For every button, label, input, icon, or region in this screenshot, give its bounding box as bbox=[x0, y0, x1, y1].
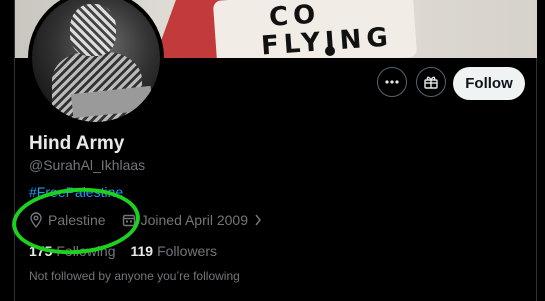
gift-icon bbox=[424, 76, 438, 89]
joined-text: Joined April 2009 bbox=[140, 212, 249, 228]
profile-page: CO FLYING Follow Hind Army @SurahAl_Ikhl… bbox=[0, 0, 545, 301]
followers-link[interactable]: 119 Followers bbox=[131, 243, 218, 259]
more-horizontal-icon bbox=[385, 80, 399, 84]
more-options-button[interactable] bbox=[377, 67, 407, 97]
followers-count: 119 bbox=[130, 243, 154, 259]
right-border bbox=[536, 0, 545, 301]
profile-handle: @SurahAl_Ikhlaas bbox=[29, 157, 146, 173]
left-border bbox=[0, 0, 15, 301]
follow-button[interactable]: Follow bbox=[453, 67, 525, 100]
gift-button[interactable] bbox=[416, 67, 446, 97]
followers-label: Followers bbox=[157, 243, 217, 259]
joined-item[interactable]: Joined April 2009 bbox=[122, 212, 267, 228]
avatar[interactable] bbox=[28, 0, 164, 126]
not-followed-notice: Not followed by anyone you’re following bbox=[29, 269, 240, 283]
profile-name: Hind Army bbox=[29, 133, 125, 154]
banner-dot bbox=[325, 46, 335, 56]
chevron-right-icon bbox=[255, 214, 261, 226]
